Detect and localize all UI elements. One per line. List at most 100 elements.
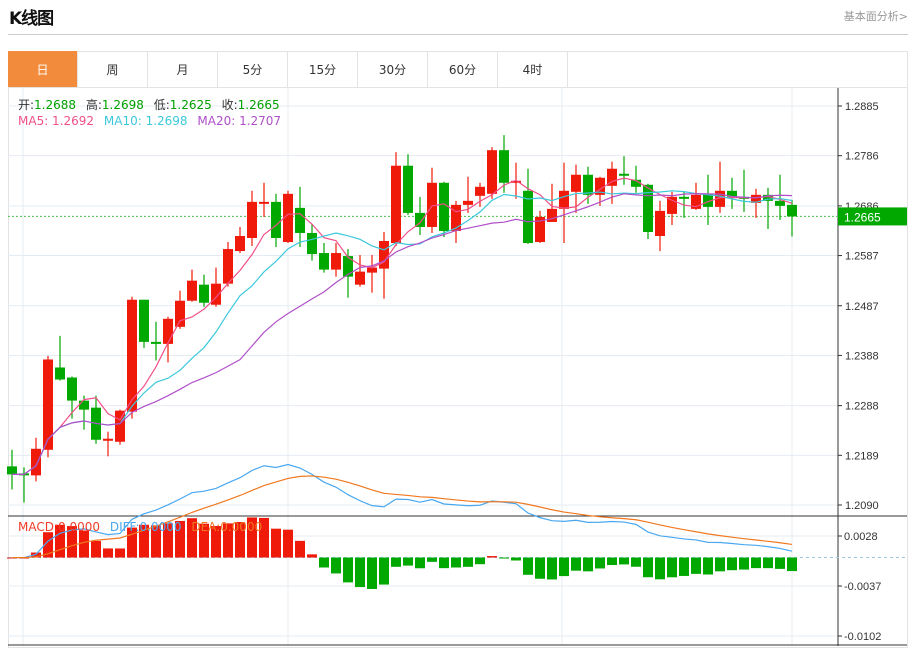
candle-up: [235, 235, 245, 252]
macd-bar: [535, 557, 545, 579]
macd-bar: [679, 557, 689, 576]
candle-up: [571, 174, 581, 192]
candle-down: [271, 201, 281, 238]
candle-up: [175, 300, 185, 327]
candle-up: [559, 190, 569, 209]
price-tick-label: 1.2487: [845, 301, 879, 313]
candle-up: [475, 186, 485, 196]
macd-bar: [631, 557, 641, 567]
macd-bar: [91, 540, 101, 558]
macd-bar: [523, 557, 533, 575]
ma-legend: MA5: 1.2692 MA10: 1.2698 MA20: 1.2707: [18, 114, 287, 128]
macd-bar: [427, 557, 437, 562]
macd-bar: [715, 557, 725, 572]
macd-bar: [559, 557, 569, 577]
candle-up: [259, 201, 269, 204]
macd-bar: [415, 557, 425, 569]
macd-bar: [499, 557, 509, 559]
macd-bar: [271, 528, 281, 558]
macd-bar: [583, 557, 593, 572]
candle-down: [403, 165, 413, 213]
macd-bar: [751, 557, 761, 569]
macd-bar: [775, 557, 785, 569]
low-label: 低:: [153, 98, 170, 112]
current-price-value: 1.2665: [844, 210, 881, 224]
macd-bar: [391, 557, 401, 567]
macd-bar: [619, 557, 629, 565]
macd-bar: [643, 557, 653, 578]
close-label: 收:: [221, 98, 238, 112]
ohlc-legend: 开:1.2688 高:1.2698 低:1.2625 收:1.2665: [18, 96, 286, 113]
candle-down: [319, 253, 329, 270]
candle-up: [667, 196, 677, 214]
macd-bar: [295, 540, 305, 558]
candle-up: [367, 267, 377, 273]
price-tick-label: 1.2090: [845, 500, 879, 512]
macd-tick-label: -0.0037: [844, 581, 881, 593]
macd-bar: [739, 557, 749, 570]
macd-bar: [331, 557, 341, 574]
macd-bar: [115, 548, 125, 558]
macd-bar: [547, 557, 557, 580]
dea-value: DEA:0.0000: [191, 520, 263, 534]
macd-bar: [343, 557, 353, 583]
candle-down: [295, 207, 305, 233]
high-label: 高:: [85, 98, 102, 112]
candle-up: [187, 280, 197, 301]
candle-down: [787, 204, 797, 217]
candle-up: [103, 438, 113, 441]
macd-bar: [667, 557, 677, 578]
candle-down: [679, 196, 689, 199]
candle-down: [583, 174, 593, 195]
macd-bar: [571, 557, 581, 571]
macd-tick-label: 0.0028: [844, 531, 878, 543]
macd-bar: [703, 557, 713, 575]
macd-bar: [511, 557, 521, 561]
macd-bar: [655, 557, 665, 580]
macd-bar: [787, 557, 797, 572]
candle-up: [547, 208, 557, 222]
candle-up: [331, 253, 341, 270]
candle-up: [391, 165, 401, 244]
low-value: 1.2625: [169, 98, 212, 112]
macd-bar: [463, 557, 473, 567]
candle-up: [487, 150, 497, 194]
macd-bar: [595, 557, 605, 569]
macd-bar: [403, 557, 413, 566]
candle-up: [163, 318, 173, 344]
macd-bar: [307, 554, 317, 558]
candle-up: [115, 410, 125, 442]
macd-legend: MACD:0.0000 DIFF:0.0000 DEA:0.0000: [18, 520, 268, 534]
open-label: 开:: [18, 98, 35, 112]
price-tick-label: 1.2388: [845, 350, 879, 362]
candle-down: [67, 377, 77, 401]
macd-bar: [355, 557, 365, 588]
macd-value: MACD:0.0000: [18, 520, 101, 534]
macd-bar: [727, 557, 737, 571]
macd-bar: [763, 557, 773, 569]
macd-bar: [79, 530, 89, 558]
macd-tick-label: -0.0102: [844, 631, 881, 643]
close-value: 1.2665: [237, 98, 280, 112]
candle-up: [463, 200, 473, 205]
candle-up: [223, 249, 233, 284]
candle-up: [379, 241, 389, 269]
candle-up: [355, 271, 365, 285]
macd-bar: [367, 557, 377, 589]
macd-bar: [487, 556, 497, 558]
macd-bar: [451, 557, 461, 568]
candle-down: [499, 150, 509, 183]
candle-down: [55, 367, 65, 380]
macd-bar: [691, 557, 701, 574]
candle-down: [7, 466, 17, 475]
macd-bar: [319, 557, 329, 568]
price-tick-label: 1.2885: [845, 101, 879, 113]
ma10-value: MA10: 1.2698: [103, 114, 188, 128]
candle-down: [199, 284, 209, 303]
diff-value: DIFF:0.0000: [109, 520, 182, 534]
ma20-value: MA20: 1.2707: [197, 114, 282, 128]
macd-bar: [379, 557, 389, 585]
candle-up: [247, 201, 257, 238]
candle-down: [439, 182, 449, 231]
candle-down: [139, 299, 149, 342]
